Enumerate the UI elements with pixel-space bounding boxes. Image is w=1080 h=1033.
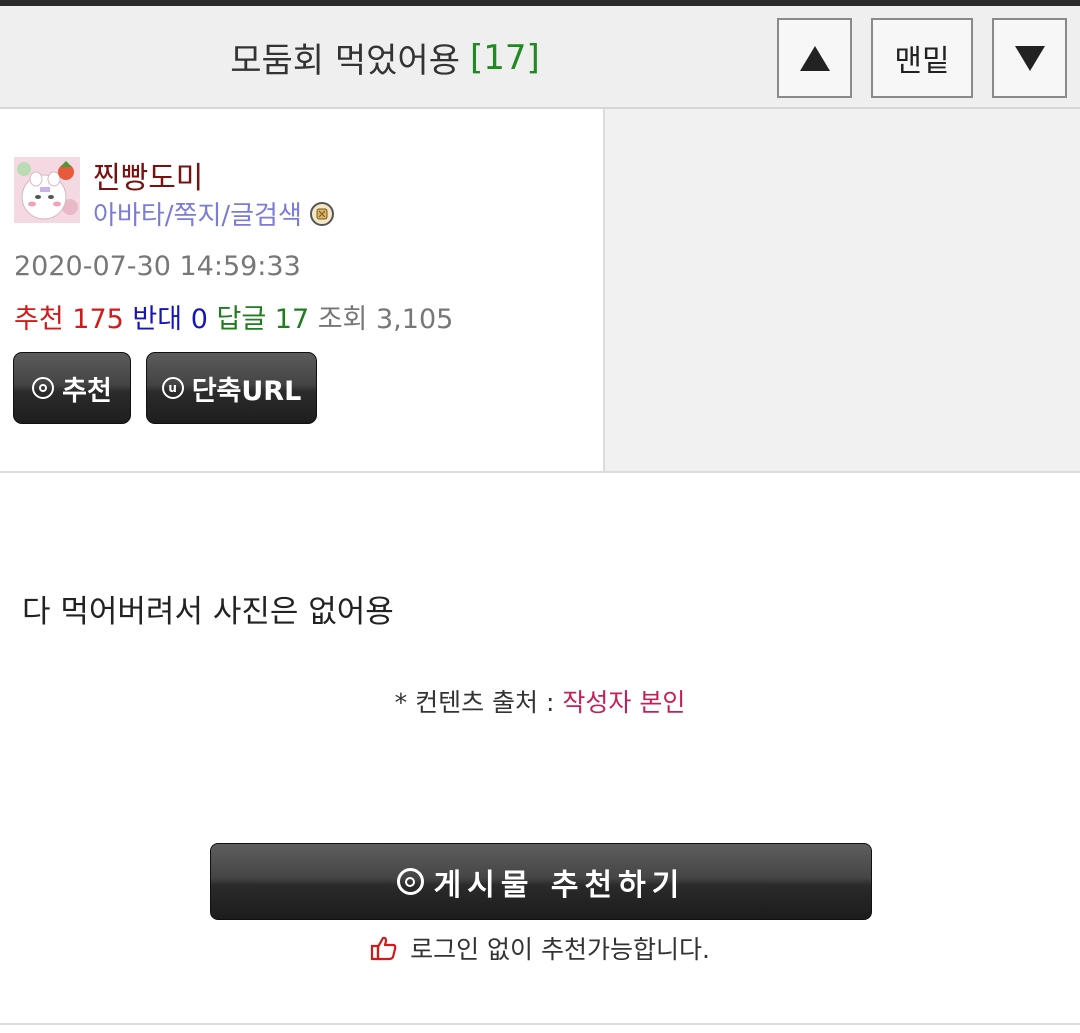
arrow-down-icon: [1014, 45, 1045, 71]
recommend-post-label: 게시물 추천하기: [433, 867, 686, 903]
post-body: 다 먹어버려서 사진은 없어용: [22, 594, 394, 630]
post-stats: 추천 175 반대 0 답글 17 조회 3,105: [14, 297, 453, 336]
scroll-up-button[interactable]: [777, 18, 852, 98]
reply-count: 17: [274, 304, 310, 335]
comment-count: [17]: [469, 37, 540, 78]
scroll-down-button[interactable]: [992, 18, 1067, 98]
short-url-button[interactable]: u 단축URL: [146, 352, 317, 424]
recommend-label: 추천: [14, 304, 64, 335]
author-links-text[interactable]: 아바타/쪽지/글검색: [93, 195, 302, 232]
post-title: 모둠회 먹었어용: [230, 41, 460, 81]
url-circle-icon: u: [161, 377, 184, 399]
author-nickname[interactable]: 찐빵도미: [93, 153, 203, 197]
scroll-bottom-button[interactable]: 맨밑: [871, 18, 973, 98]
badge-icon: [309, 201, 334, 226]
notice-text: 로그인 없이 추천가능합니다.: [410, 935, 710, 964]
source-value: 작성자 본인: [562, 688, 686, 717]
recommend-circle-icon: [396, 868, 424, 895]
thumbs-up-icon: [370, 936, 397, 961]
recommend-post-button[interactable]: 게시물 추천하기: [210, 843, 872, 920]
author-info-panel: 찐빵도미 아바타/쪽지/글검색 2020-07-30 14:59:33 추천 1…: [0, 109, 605, 473]
bottom-divider: [0, 1023, 1080, 1025]
source-label: * 컨텐츠 출처 :: [394, 688, 555, 717]
post-header: 모둠회 먹었어용 [17] 맨밑: [0, 6, 1080, 109]
page-title: 모둠회 먹었어용 [17]: [0, 6, 770, 109]
recommend-button-label: 추천: [62, 375, 112, 407]
oppose-label: 반대: [132, 304, 183, 335]
author-links: 아바타/쪽지/글검색: [93, 195, 334, 232]
post-date: 2020-07-30 14:59:33: [14, 251, 301, 282]
reply-label: 답글: [216, 304, 267, 335]
arrow-up-icon: [799, 45, 830, 71]
oppose-count: 0: [190, 304, 208, 335]
recommend-button[interactable]: 추천: [13, 352, 131, 424]
content-source: * 컨텐츠 출처 : 작성자 본인: [0, 683, 1080, 719]
recommend-count: 175: [72, 304, 124, 335]
view-label: 조회: [317, 304, 368, 335]
avatar[interactable]: [14, 157, 80, 223]
recommend-circle-icon: [32, 377, 55, 399]
short-url-button-label: 단축URL: [191, 375, 302, 407]
view-count: 3,105: [376, 304, 454, 335]
recommend-notice: 로그인 없이 추천가능합니다.: [0, 930, 1080, 966]
side-panel: [605, 109, 1080, 473]
